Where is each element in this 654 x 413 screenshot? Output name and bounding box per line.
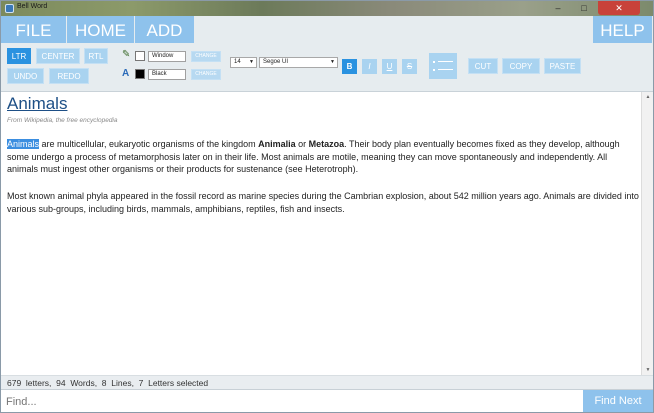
paste-button[interactable]: PASTE bbox=[544, 58, 581, 74]
font-size-select[interactable]: 14 ▼ bbox=[230, 57, 257, 68]
font-color-swatch[interactable] bbox=[135, 69, 145, 79]
document-editor[interactable]: Animals From Wikipedia, the free encyclo… bbox=[1, 92, 653, 375]
minimize-button[interactable]: – bbox=[545, 1, 571, 15]
menu-home[interactable]: HOME bbox=[67, 16, 135, 43]
app-window: Bell Word – □ ✕ FILE HOME ADD HELP LTR C… bbox=[0, 0, 654, 413]
redo-button[interactable]: REDO bbox=[49, 68, 89, 84]
bullet-list-button[interactable] bbox=[429, 53, 457, 79]
ribbon: FILE HOME ADD HELP LTR CENTER RTL UNDO R… bbox=[1, 16, 653, 92]
selected-text: Animals bbox=[7, 139, 40, 149]
cut-button[interactable]: CUT bbox=[468, 58, 498, 74]
strikethrough-button[interactable]: S bbox=[402, 59, 417, 74]
font-color-icon: A bbox=[122, 68, 130, 79]
menu-help[interactable]: HELP bbox=[593, 16, 653, 43]
font-color-change-button[interactable]: CHANGE bbox=[191, 69, 221, 80]
window-title: Bell Word bbox=[17, 3, 48, 10]
highlight-change-button[interactable]: CHANGE bbox=[191, 51, 221, 62]
undo-button[interactable]: UNDO bbox=[7, 68, 44, 84]
highlight-swatch[interactable] bbox=[135, 51, 145, 61]
document-title: Animals bbox=[7, 94, 68, 113]
status-text: 679 letters, 94 Words, 8 Lines, 7 Letter… bbox=[7, 378, 209, 388]
vertical-scrollbar[interactable]: ▲ ▼ bbox=[641, 92, 653, 375]
chevron-down-icon: ▼ bbox=[330, 59, 335, 65]
scroll-up-icon[interactable]: ▲ bbox=[642, 94, 653, 100]
document-subtitle: From Wikipedia, the free encyclopedia bbox=[7, 117, 118, 124]
font-family-value: Segoe UI bbox=[263, 59, 289, 65]
align-ltr-button[interactable]: LTR bbox=[7, 48, 31, 64]
italic-button[interactable]: I bbox=[362, 59, 377, 74]
maximize-button[interactable]: □ bbox=[571, 1, 597, 15]
copy-button[interactable]: COPY bbox=[502, 58, 540, 74]
align-rtl-button[interactable]: RTL bbox=[84, 48, 108, 64]
paragraph-1: Animals are multicellular, eukaryotic or… bbox=[7, 139, 620, 174]
font-family-select[interactable]: Segoe UI ▼ bbox=[259, 57, 338, 68]
highlighter-icon: ✎ bbox=[122, 49, 131, 60]
app-icon bbox=[5, 4, 14, 13]
find-next-button[interactable]: Find Next bbox=[583, 390, 653, 412]
status-bar: 679 letters, 94 Words, 8 Lines, 7 Letter… bbox=[1, 375, 653, 389]
chevron-down-icon: ▼ bbox=[249, 59, 254, 65]
font-color-field[interactable]: Black bbox=[148, 69, 186, 80]
font-size-value: 14 bbox=[234, 59, 241, 65]
bold-button[interactable]: B bbox=[342, 59, 357, 74]
find-input[interactable] bbox=[3, 393, 579, 411]
scroll-down-icon[interactable]: ▼ bbox=[642, 367, 653, 373]
find-bar: Find Next bbox=[1, 389, 653, 412]
close-button[interactable]: ✕ bbox=[598, 1, 640, 15]
menu-file[interactable]: FILE bbox=[1, 16, 67, 43]
underline-button[interactable]: U bbox=[382, 59, 397, 74]
menu-add[interactable]: ADD bbox=[135, 16, 195, 43]
highlight-color-field[interactable]: Window bbox=[148, 51, 186, 62]
paragraph-2: Most known animal phyla appeared in the … bbox=[7, 191, 639, 214]
title-bar: Bell Word – □ ✕ bbox=[1, 1, 653, 16]
align-center-button[interactable]: CENTER bbox=[36, 48, 80, 64]
